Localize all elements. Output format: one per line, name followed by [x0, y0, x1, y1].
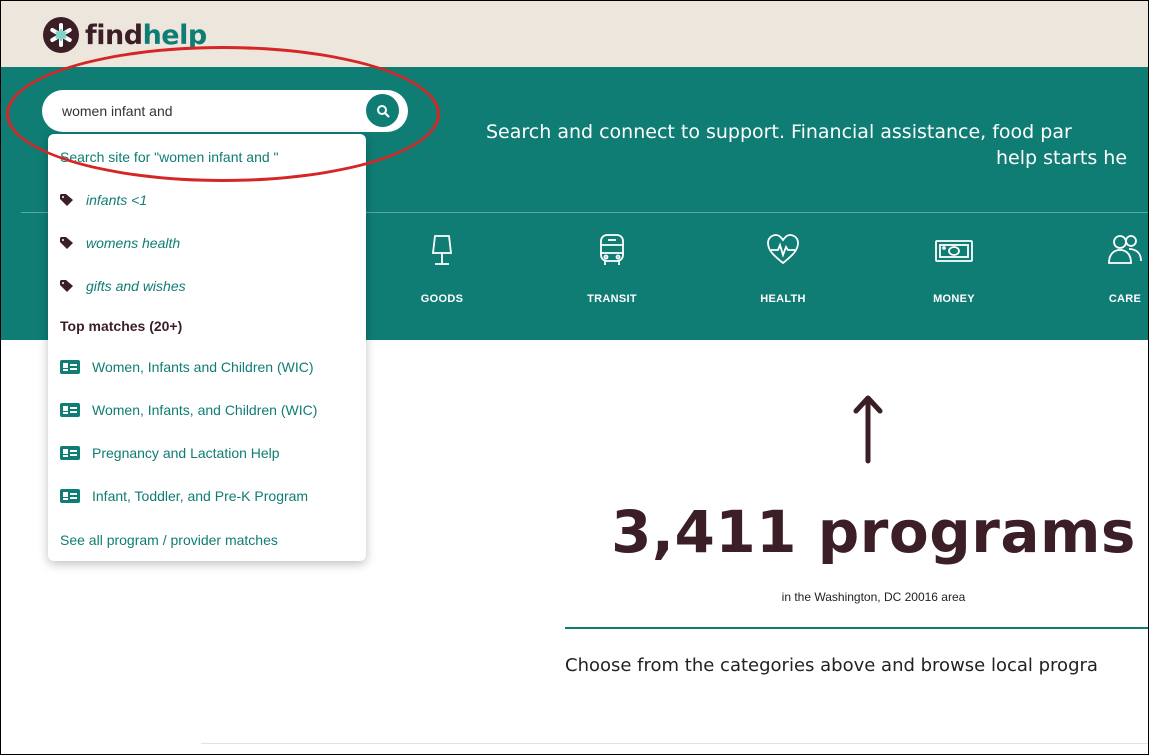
see-all-matches-link[interactable]: See all program / provider matches: [60, 532, 278, 548]
divider: [201, 743, 1148, 744]
arrow-up-icon: [853, 395, 883, 464]
category-money-label: MONEY: [933, 293, 975, 305]
logo-text-find: find: [85, 19, 143, 51]
program-match[interactable]: Women, Infants and Children (WIC): [60, 359, 314, 375]
program-match-label: Pregnancy and Lactation Help: [92, 445, 280, 461]
search-input[interactable]: [62, 101, 362, 121]
tag-suggestion-label: infants <1: [86, 192, 148, 208]
program-match-label: Women, Infants and Children (WIC): [92, 359, 314, 375]
tagline-line-1: Search and connect to support. Financial…: [486, 121, 1072, 143]
program-match-label: Infant, Toddler, and Pre-K Program: [92, 488, 309, 504]
tagline-line-2: help starts he: [996, 147, 1128, 169]
search-site-link[interactable]: Search site for "women infant and ": [60, 149, 279, 165]
search-bar: [42, 90, 408, 132]
category-care[interactable]: CARE: [1080, 233, 1148, 305]
location-area: in the Washington, DC 20016 area: [781, 590, 966, 604]
page: findhelp Search and connect to support. …: [0, 0, 1149, 755]
search-icon: [376, 104, 389, 117]
tag-suggestion-label: gifts and wishes: [86, 278, 186, 294]
search-button[interactable]: [366, 94, 399, 127]
people-icon: [1108, 235, 1142, 264]
id-card-icon: [60, 360, 80, 374]
id-card-icon: [60, 489, 80, 503]
category-goods-label: GOODS: [420, 293, 464, 305]
tag-suggestion[interactable]: infants <1: [60, 192, 147, 208]
browse-instructions: Choose from the categories above and bro…: [565, 655, 1098, 676]
divider: [565, 627, 1148, 629]
logo-text-help: help: [142, 19, 208, 51]
program-count: 3,411 programs: [611, 498, 1136, 566]
asterisk-logo-icon: [43, 17, 79, 53]
logo-text: findhelp: [85, 22, 207, 49]
category-health-label: HEALTH: [760, 293, 806, 305]
tag-icon: [60, 280, 73, 292]
site-header: findhelp: [1, 1, 1148, 67]
category-care-label: CARE: [1108, 293, 1142, 305]
id-card-icon: [60, 403, 80, 417]
heart-pulse-icon: [767, 234, 799, 265]
top-matches-heading: Top matches (20+): [60, 318, 183, 334]
bus-icon: [600, 234, 624, 265]
tag-suggestion[interactable]: womens health: [60, 235, 180, 251]
category-transit[interactable]: TRANSIT: [567, 233, 657, 305]
tag-suggestion-label: womens health: [86, 235, 181, 251]
program-match[interactable]: Women, Infants, and Children (WIC): [60, 402, 317, 418]
id-card-icon: [60, 446, 80, 460]
tag-icon: [60, 237, 73, 249]
category-transit-label: TRANSIT: [587, 293, 637, 305]
category-money[interactable]: MONEY: [909, 233, 999, 305]
tag-suggestion[interactable]: gifts and wishes: [60, 278, 186, 294]
category-health[interactable]: HEALTH: [738, 233, 828, 305]
category-goods[interactable]: GOODS: [397, 233, 487, 305]
tag-icon: [60, 194, 73, 206]
autocomplete-dropdown: Search site for "women infant and " infa…: [48, 134, 366, 561]
program-match[interactable]: Infant, Toddler, and Pre-K Program: [60, 488, 308, 504]
program-match-label: Women, Infants, and Children (WIC): [92, 402, 318, 418]
hero-tagline: Search and connect to support. Financial…: [486, 119, 1148, 171]
lamp-icon: [431, 235, 453, 265]
findhelp-logo[interactable]: findhelp: [43, 17, 207, 53]
money-icon: [935, 240, 973, 262]
program-match[interactable]: Pregnancy and Lactation Help: [60, 445, 280, 461]
